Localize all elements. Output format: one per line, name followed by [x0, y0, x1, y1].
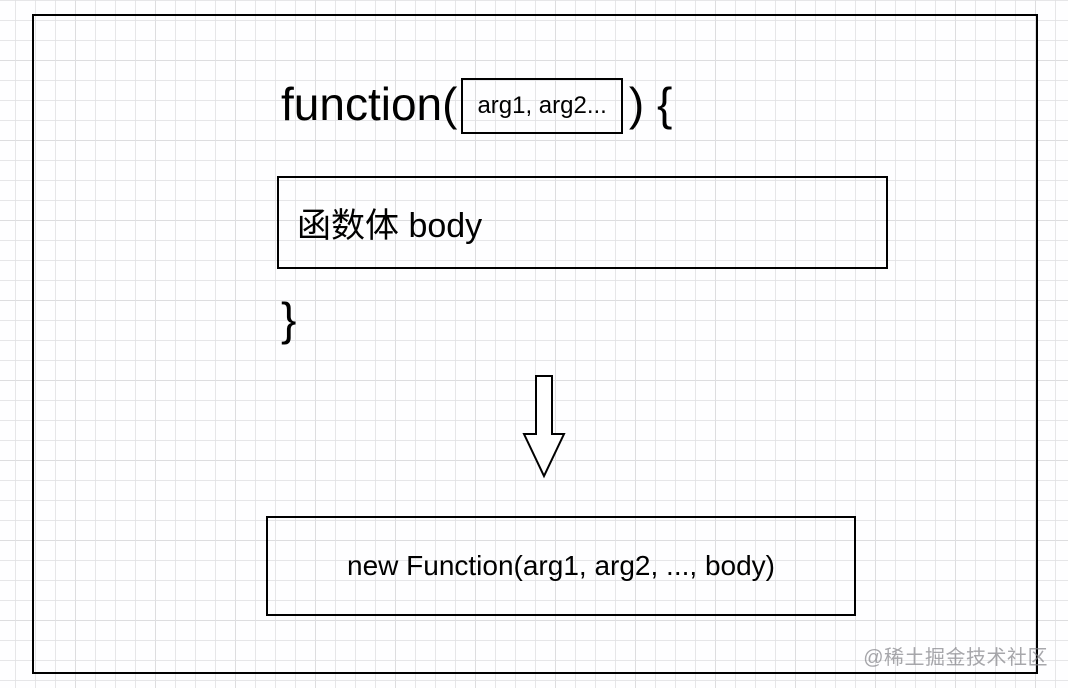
function-keyword: function(	[281, 77, 457, 131]
diagram-frame: function( arg1, arg2... ) { 函数体 body } n…	[32, 14, 1038, 674]
close-brace: }	[281, 292, 296, 346]
open-brace: ) {	[629, 77, 672, 131]
watermark: @稀土掘金技术社区	[863, 641, 1048, 670]
function-signature-line: function( arg1, arg2... ) {	[281, 76, 672, 132]
arrow-down-icon	[522, 374, 566, 479]
function-body-box: 函数体 body	[277, 176, 888, 269]
new-function-box: new Function(arg1, arg2, ..., body)	[266, 516, 856, 616]
args-box: arg1, arg2...	[461, 78, 622, 134]
